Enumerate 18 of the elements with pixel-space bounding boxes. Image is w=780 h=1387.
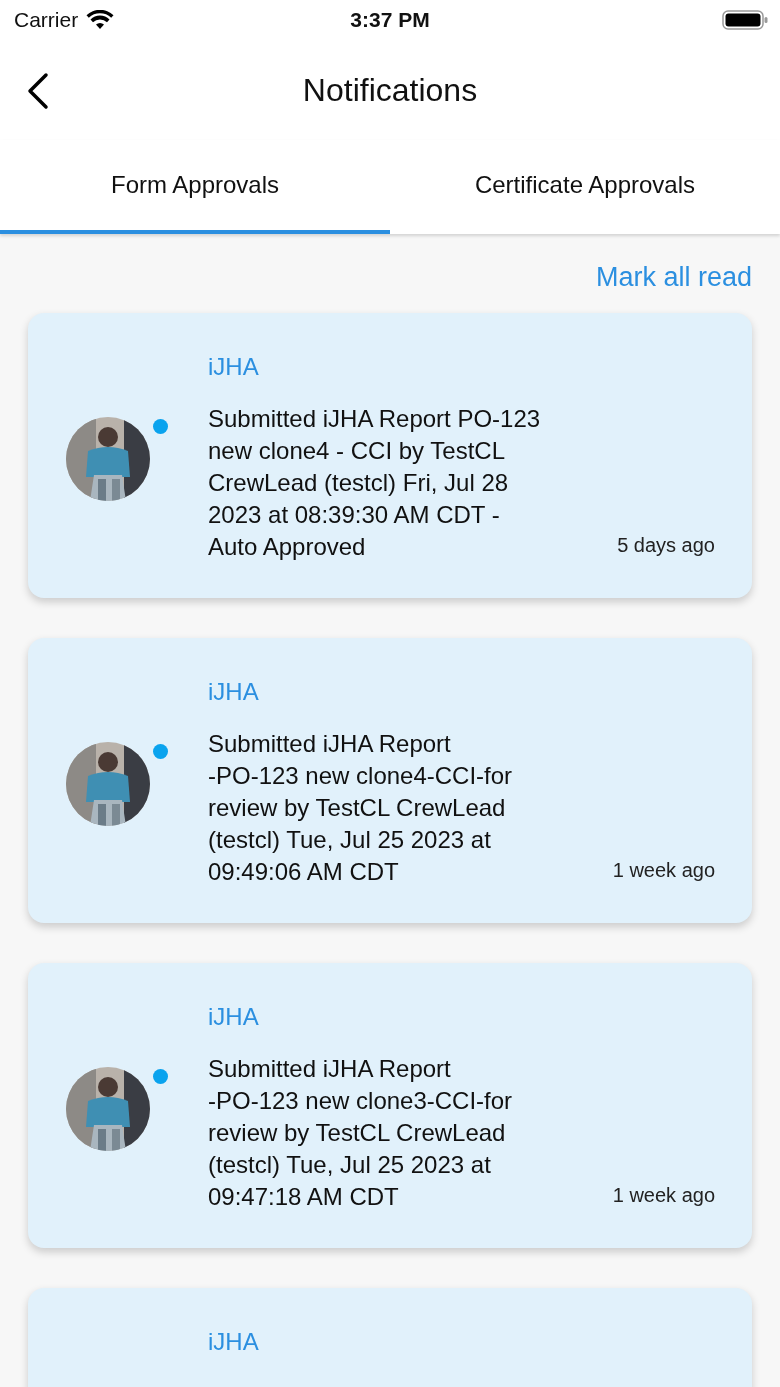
notification-title: iJHA — [208, 678, 260, 706]
notification-title: iJHA — [208, 353, 260, 381]
notification-message: Submitted iJHA Report -PO-123 new clone4-CCI-for review by TestCL CrewLead (testcl) Tue, Jul 25 2023 at 09:49:06 AM CDT — [208, 729, 513, 887]
notification-card[interactable]: iJHA Submitted iJHA Report PO-123 new clone4 - CCI by TestCL CrewLead (testcl) Fri, Jul 28 2023 at 08:39:30 AM CDT - Auto Approved 5 days ago — [28, 313, 752, 598]
notification-card[interactable]: iJHA Submitted iJHA Report -PO-123 new clone4-CCI-for review by TestCL CrewLead (testcl) Tue, Jul 25 2023 at 09:49:06 AM CDT 1 week ago — [28, 638, 752, 923]
notification-title: iJHA — [208, 1003, 260, 1031]
notification-card[interactable]: iJHA Submitted iJHA Report -PO-123 new clone3-CCI-for review by TestCL CrewLead (testcl) Tue, Jul 25 2023 at 09:47:18 AM CDT 1 week ago — [28, 963, 752, 1248]
notification-time: 5 days ago — [617, 534, 715, 558]
tab[interactable]: Form Approvals — [0, 140, 390, 234]
notification-time: 1 week ago — [612, 1184, 715, 1208]
screen-title: Notifications — [302, 71, 478, 109]
notification-message: Submitted iJHA Report -PO-123 new clone3-CCI-for review by TestCL CrewLead (testcl) Tue, Jul 25 2023 at 09:47:18 AM CDT — [208, 1054, 513, 1212]
carrier-label: Carrier — [14, 8, 79, 32]
notification-time: 1 week ago — [612, 859, 715, 883]
notification-title: iJHA — [208, 1328, 260, 1356]
notification-message: Submitted iJHA Report PO-123 new clone4 - CCI by TestCL CrewLead (testcl) Fri, Jul 28 2023 at 08:39:30 AM CDT - Auto Approved — [208, 404, 541, 562]
status-time: 3:37 PM — [350, 8, 430, 32]
tab[interactable]: Certificate Approvals — [390, 140, 780, 234]
